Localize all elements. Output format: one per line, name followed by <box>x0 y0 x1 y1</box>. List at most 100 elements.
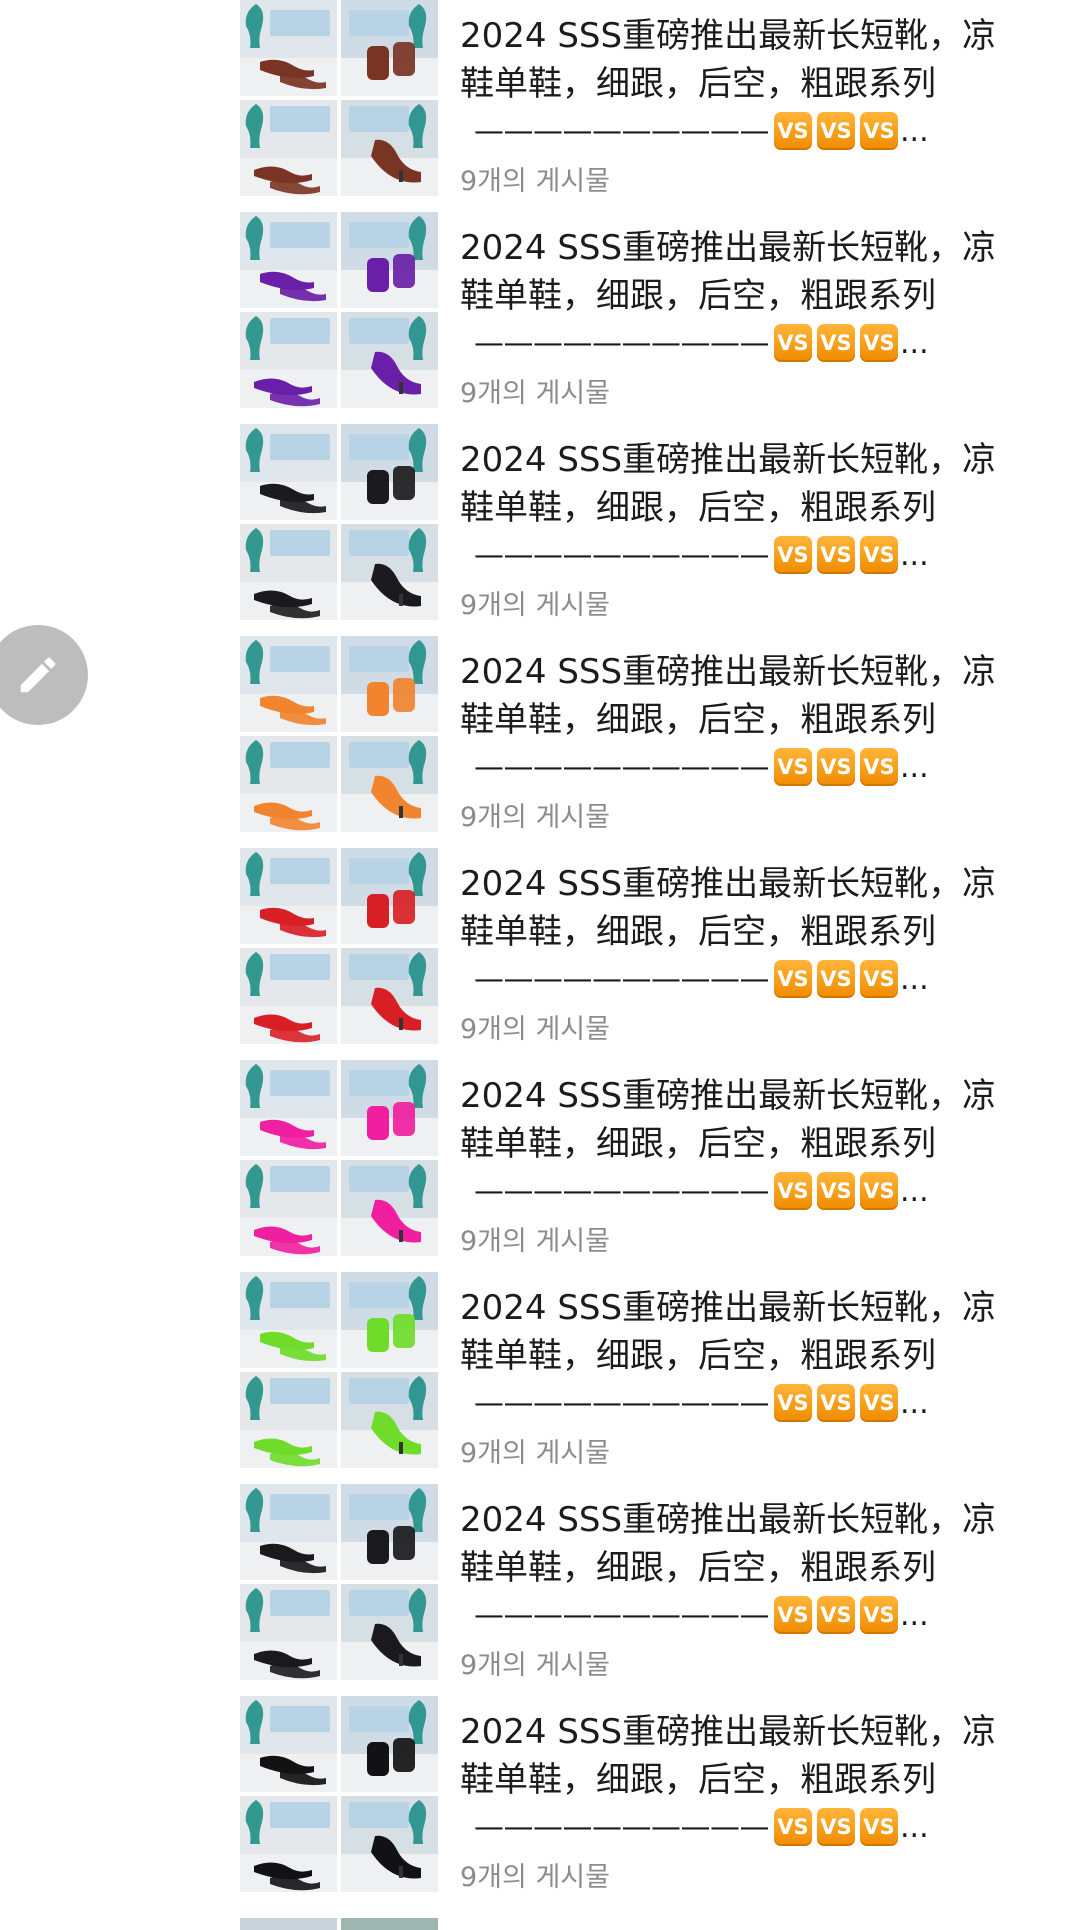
thumbnail[interactable] <box>341 424 438 520</box>
thumbnail[interactable] <box>341 312 438 408</box>
post-item[interactable]: 2024 SSS重磅推出最新长短靴，凉 鞋单鞋，细跟，后空，粗跟系列 ———————… <box>0 1696 1079 1912</box>
thumbnail[interactable] <box>240 636 337 732</box>
dash-separator: —————————— <box>474 1385 770 1421</box>
thumbnail[interactable] <box>240 1584 337 1680</box>
post-count: 9개의 게시물 <box>460 590 610 621</box>
thumbnail[interactable] <box>341 100 438 196</box>
vs-emoji-badge: VS <box>860 324 898 362</box>
thumbnail[interactable] <box>240 1160 337 1256</box>
next-post-thumbnail-peek[interactable] <box>240 1918 440 1930</box>
dash-separator: —————————— <box>474 1809 770 1845</box>
post-item[interactable]: 2024 SSS重磅推出最新长短靴，凉 鞋单鞋，细跟，后空，粗跟系列 ———————… <box>0 424 1079 640</box>
thumbnail-grid[interactable] <box>240 1696 440 1904</box>
thumbnail[interactable] <box>240 0 337 96</box>
vs-emoji-badge: VS <box>817 960 855 998</box>
post-item[interactable]: 2024 SSS重磅推出最新长短靴，凉 鞋单鞋，细跟，后空，粗跟系列 ———————… <box>0 1272 1079 1488</box>
thumbnail[interactable] <box>341 0 438 96</box>
thumbnail[interactable] <box>341 1372 438 1468</box>
post-title[interactable]: 2024 SSS重磅推出最新长短靴，凉 鞋单鞋，细跟，后空，粗跟系列 <box>460 224 1060 320</box>
dash-separator: —————————— <box>474 325 770 361</box>
post-title[interactable]: 2024 SSS重磅推出最新长短靴，凉 鞋单鞋，细跟，后空，粗跟系列 <box>460 860 1060 956</box>
shoe-photo <box>240 524 337 620</box>
vs-emoji-badge: VS <box>860 112 898 150</box>
post-title[interactable]: 2024 SSS重磅推出最新长短靴，凉 鞋单鞋，细跟，后空，粗跟系列 <box>460 436 1060 532</box>
thumbnail[interactable] <box>240 100 337 196</box>
thumbnail[interactable] <box>240 1484 337 1580</box>
thumbnail[interactable] <box>341 1272 438 1368</box>
thumbnail[interactable] <box>240 524 337 620</box>
post-item[interactable]: 2024 SSS重磅推出最新长短靴，凉 鞋单鞋，细跟，后空，粗跟系列 ———————… <box>0 0 1079 216</box>
thumbnail[interactable] <box>341 736 438 832</box>
post-title[interactable]: 2024 SSS重磅推出最新长短靴，凉 鞋单鞋，细跟，后空，粗跟系列 <box>460 1072 1060 1168</box>
shoe-photo <box>240 100 337 196</box>
thumbnail[interactable] <box>240 1696 337 1792</box>
thumbnail[interactable] <box>341 1484 438 1580</box>
shoe-photo <box>240 736 337 832</box>
thumbnail-grid[interactable] <box>240 0 440 208</box>
post-item[interactable]: 2024 SSS重磅推出最新长短靴，凉 鞋单鞋，细跟，后空，粗跟系列 ———————… <box>0 636 1079 852</box>
dash-separator: —————————— <box>474 1597 770 1633</box>
vs-emoji-badge: VS <box>774 748 812 786</box>
truncation-ellipsis: ... <box>900 1809 929 1845</box>
thumbnail[interactable] <box>341 1696 438 1792</box>
thumbnail[interactable] <box>240 1796 337 1892</box>
post-title[interactable]: 2024 SSS重磅推出最新长短靴，凉 鞋单鞋，细跟，后空，粗跟系列 <box>460 648 1060 744</box>
post-title[interactable]: 2024 SSS重磅推出最新长短靴，凉 鞋单鞋，细跟，后空，粗跟系列 <box>460 1496 1060 1592</box>
thumbnail[interactable] <box>240 212 337 308</box>
thumbnail[interactable] <box>240 312 337 408</box>
vs-emoji-badge: VS <box>817 1384 855 1422</box>
post-title-line: 2024 SSS重磅推出最新长短靴，凉 <box>460 1712 997 1752</box>
thumbnail[interactable] <box>341 524 438 620</box>
post-title-line: 2024 SSS重磅推出最新长短靴，凉 <box>460 1288 997 1328</box>
vs-emoji-badge: VS <box>860 748 898 786</box>
post-count: 9개의 게시물 <box>460 1862 610 1893</box>
thumbnail[interactable] <box>240 736 337 832</box>
thumbnail[interactable] <box>240 424 337 520</box>
thumbnail[interactable] <box>341 1060 438 1156</box>
post-item[interactable]: 2024 SSS重磅推出最新长短靴，凉 鞋单鞋，细跟，后空，粗跟系列 ———————… <box>0 1060 1079 1276</box>
post-title[interactable]: 2024 SSS重磅推出最新长短靴，凉 鞋单鞋，细跟，后空，粗跟系列 <box>460 1284 1060 1380</box>
thumbnail[interactable] <box>341 848 438 944</box>
post-title-continuation: —————————— VS VS VS... <box>460 956 929 1002</box>
thumbnail-grid[interactable] <box>240 212 440 420</box>
thumbnail[interactable] <box>341 1160 438 1256</box>
shoe-photo <box>341 636 438 732</box>
vs-emoji-badge: VS <box>774 1384 812 1422</box>
post-title-continuation: —————————— VS VS VS... <box>460 532 929 578</box>
post-title-line: 鞋单鞋，细跟，后空，粗跟系列 <box>460 1336 936 1376</box>
post-title-continuation: —————————— VS VS VS... <box>460 1592 929 1638</box>
post-item[interactable]: 2024 SSS重磅推出最新长短靴，凉 鞋单鞋，细跟，后空，粗跟系列 ———————… <box>0 1484 1079 1700</box>
thumbnail[interactable] <box>341 1796 438 1892</box>
thumbnail-grid[interactable] <box>240 1484 440 1692</box>
shoe-photo <box>240 1584 337 1680</box>
shoe-photo <box>341 1484 438 1580</box>
vs-emoji-badge: VS <box>817 1808 855 1846</box>
shoe-photo <box>341 212 438 308</box>
thumbnail-grid[interactable] <box>240 848 440 1056</box>
shoe-photo <box>341 848 438 944</box>
shoe-photo <box>240 1160 337 1256</box>
post-title-continuation: —————————— VS VS VS... <box>460 1168 929 1214</box>
thumbnail-grid[interactable] <box>240 424 440 632</box>
thumbnail-grid[interactable] <box>240 1272 440 1480</box>
thumbnail[interactable] <box>341 212 438 308</box>
thumbnail[interactable] <box>341 948 438 1044</box>
thumbnail[interactable] <box>240 1272 337 1368</box>
thumbnail[interactable] <box>341 636 438 732</box>
post-title[interactable]: 2024 SSS重磅推出最新长短靴，凉 鞋单鞋，细跟，后空，粗跟系列 <box>460 12 1060 108</box>
thumbnail-grid[interactable] <box>240 636 440 844</box>
thumbnail[interactable] <box>240 848 337 944</box>
thumbnail[interactable] <box>341 1584 438 1680</box>
vs-emoji-badge: VS <box>817 324 855 362</box>
post-item[interactable]: 2024 SSS重磅推出最新长短靴，凉 鞋单鞋，细跟，后空，粗跟系列 ———————… <box>0 212 1079 428</box>
shoe-photo <box>341 424 438 520</box>
post-title[interactable]: 2024 SSS重磅推出最新长短靴，凉 鞋单鞋，细跟，后空，粗跟系列 <box>460 1708 1060 1804</box>
thumbnail[interactable] <box>240 1060 337 1156</box>
truncation-ellipsis: ... <box>900 1385 929 1421</box>
post-item[interactable]: 2024 SSS重磅推出最新长短靴，凉 鞋单鞋，细跟，后空，粗跟系列 ———————… <box>0 848 1079 1064</box>
shoe-photo <box>341 1372 438 1468</box>
thumbnail[interactable] <box>240 1372 337 1468</box>
thumbnail[interactable] <box>240 948 337 1044</box>
vs-emoji-badge: VS <box>860 1384 898 1422</box>
thumbnail-grid[interactable] <box>240 1060 440 1268</box>
